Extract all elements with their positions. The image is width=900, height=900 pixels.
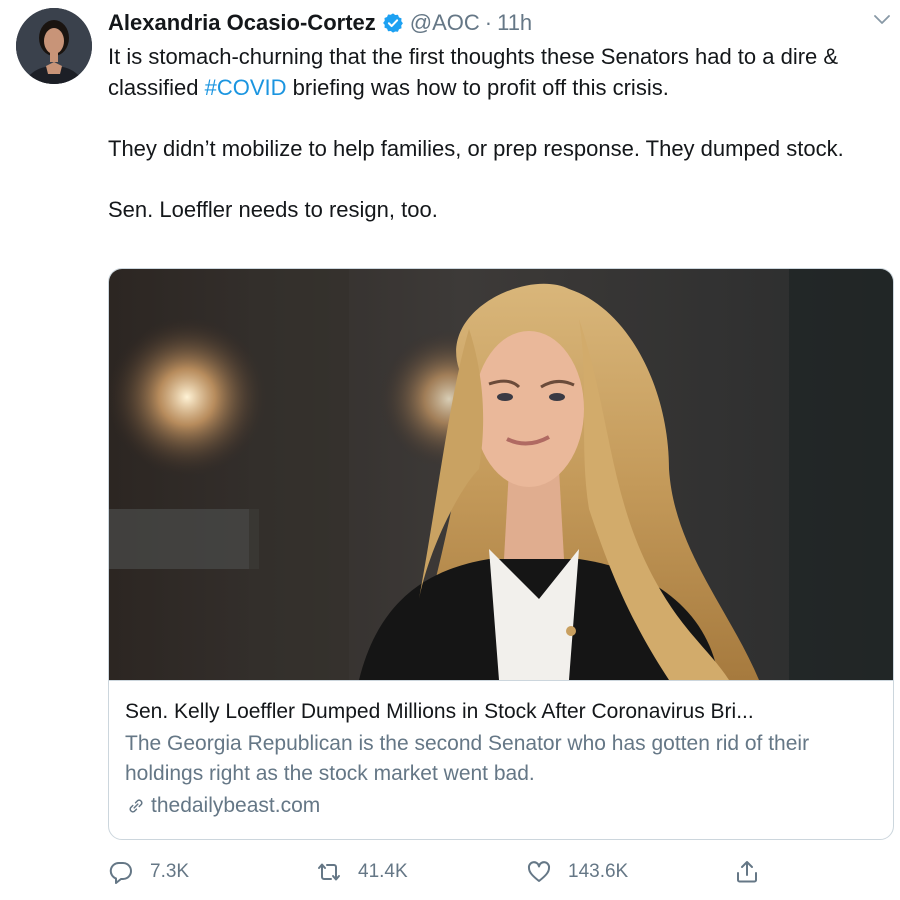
avatar[interactable] — [16, 8, 92, 84]
chevron-down-icon[interactable] — [872, 12, 892, 28]
tweet-text-segment: briefing was how to profit off this cris… — [286, 75, 669, 100]
like-count: 143.6K — [568, 861, 629, 882]
card-domain-text[interactable]: thedailybeast.com — [151, 791, 320, 821]
card-title[interactable]: Sen. Kelly Loeffler Dumped Millions in S… — [125, 698, 879, 726]
verified-badge-icon — [382, 12, 404, 34]
link-icon — [125, 795, 147, 817]
tweet-paragraph-2: They didn’t mobilize to help families, o… — [108, 136, 844, 161]
like-button[interactable]: 143.6K — [526, 854, 628, 890]
card-description: The Georgia Republican is the second Sen… — [125, 732, 810, 785]
tweet: Alexandria Ocasio-Cortez @AOC · 11h It i… — [0, 0, 900, 900]
tweet-actions: 7.3K 41.4K 143.6K — [108, 854, 768, 890]
hashtag-link[interactable]: #COVID — [205, 75, 287, 100]
share-icon — [734, 859, 760, 885]
tweet-header: Alexandria Ocasio-Cortez @AOC · 11h — [108, 8, 532, 38]
separator-dot: · — [484, 10, 493, 35]
tweet-timestamp[interactable]: 11h — [497, 10, 532, 36]
author-name[interactable]: Alexandria Ocasio-Cortez — [108, 10, 376, 36]
card-body[interactable]: Sen. Kelly Loeffler Dumped Millions in S… — [109, 680, 893, 839]
retweet-count: 41.4K — [358, 861, 408, 882]
tweet-paragraph-1: It is stomach-churning that the first th… — [108, 41, 883, 103]
retweet-button[interactable]: 41.4K — [316, 854, 408, 890]
reply-icon — [108, 859, 134, 885]
card-image[interactable] — [109, 269, 893, 680]
heart-icon — [526, 859, 552, 885]
tweet-paragraph-3: Sen. Loeffler needs to resign, too. — [108, 197, 438, 222]
reply-count: 7.3K — [150, 861, 190, 882]
reply-button[interactable]: 7.3K — [108, 854, 189, 890]
share-button[interactable] — [734, 854, 760, 890]
tweet-text: It is stomach-churning that the first th… — [108, 41, 883, 225]
link-preview-card[interactable]: Sen. Kelly Loeffler Dumped Millions in S… — [108, 268, 894, 840]
retweet-icon — [316, 859, 342, 885]
author-handle[interactable]: @AOC — [410, 10, 480, 36]
avatar-image — [16, 8, 92, 84]
card-domain[interactable]: thedailybeast.com — [125, 791, 879, 821]
